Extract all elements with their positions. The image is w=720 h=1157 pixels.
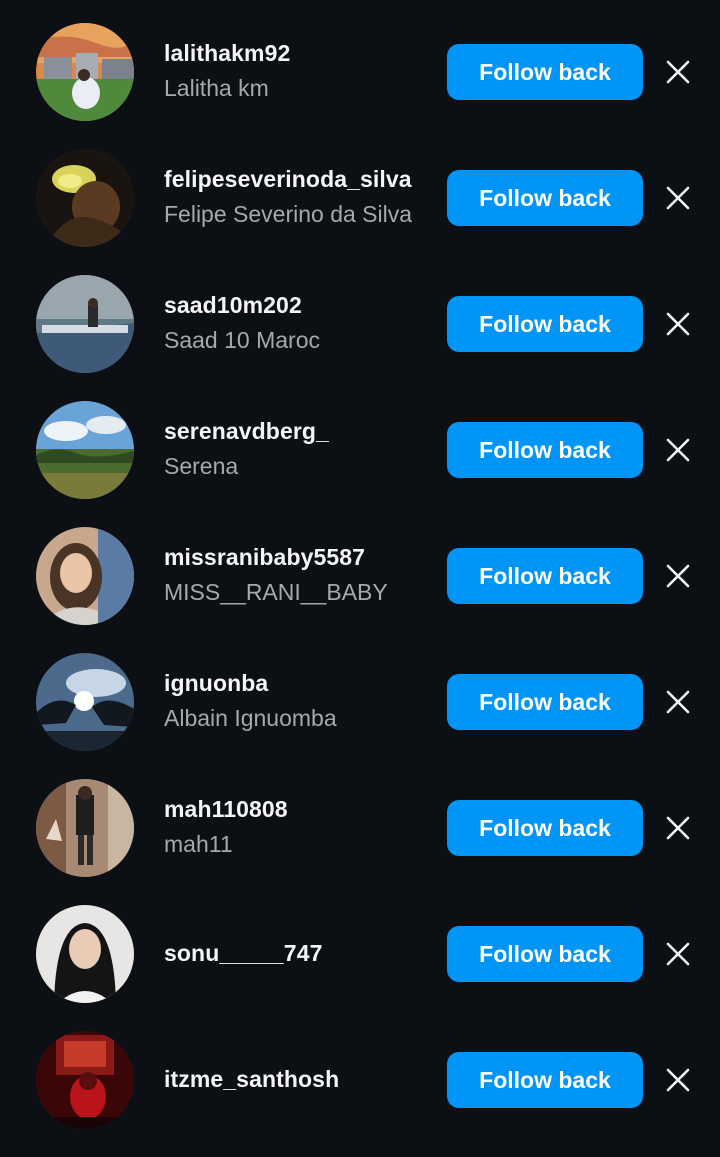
avatar-image — [36, 527, 134, 625]
username[interactable]: itzme_santhosh — [164, 1066, 339, 1093]
avatar-image — [36, 905, 134, 1003]
avatar-image — [36, 653, 134, 751]
list-item[interactable]: lalithakm92 Lalitha km Follow back — [0, 23, 720, 149]
avatar[interactable] — [36, 401, 134, 499]
follow-back-button[interactable]: Follow back — [447, 296, 643, 352]
follow-back-button[interactable]: Follow back — [447, 800, 643, 856]
follow-back-button[interactable]: Follow back — [447, 674, 643, 730]
follow-back-button[interactable]: Follow back — [447, 44, 643, 100]
follow-back-button[interactable]: Follow back — [447, 548, 643, 604]
list-item[interactable]: serenavdberg_ Serena Follow back — [0, 401, 720, 527]
username[interactable]: sonu_____747 — [164, 940, 322, 967]
follow-back-button[interactable]: Follow back — [447, 1052, 643, 1108]
avatar[interactable] — [36, 653, 134, 751]
username[interactable]: mah110808 — [164, 796, 288, 823]
close-icon[interactable] — [662, 308, 694, 340]
username[interactable]: serenavdberg_ — [164, 418, 329, 445]
follow-back-button[interactable]: Follow back — [447, 926, 643, 982]
avatar-image — [36, 779, 134, 877]
follow-back-button[interactable]: Follow back — [447, 422, 643, 478]
close-icon[interactable] — [662, 812, 694, 844]
close-icon[interactable] — [662, 182, 694, 214]
full-name: Lalitha km — [164, 75, 269, 101]
close-icon[interactable] — [662, 434, 694, 466]
avatar-image — [36, 149, 134, 247]
list-item[interactable]: itzme_santhosh Follow back — [0, 1031, 720, 1157]
avatar[interactable] — [36, 149, 134, 247]
avatar-image — [36, 1031, 134, 1129]
username[interactable]: lalithakm92 — [164, 40, 290, 67]
full-name: MISS__RANI__BABY — [164, 579, 388, 605]
list-item[interactable]: saad10m202 Saad 10 Maroc Follow back — [0, 275, 720, 401]
username[interactable]: ignuonba — [164, 670, 268, 697]
avatar-image — [36, 275, 134, 373]
list-item[interactable]: ignuonba Albain Ignuomba Follow back — [0, 653, 720, 779]
avatar[interactable] — [36, 905, 134, 1003]
list-item[interactable]: sonu_____747 Follow back — [0, 905, 720, 1031]
username[interactable]: missranibaby5587 — [164, 544, 365, 571]
avatar-image — [36, 23, 134, 121]
avatar[interactable] — [36, 527, 134, 625]
close-icon[interactable] — [662, 938, 694, 970]
full-name: Serena — [164, 453, 239, 479]
full-name: mah11 — [164, 831, 233, 857]
close-icon[interactable] — [662, 56, 694, 88]
username[interactable]: saad10m202 — [164, 292, 302, 319]
close-icon[interactable] — [662, 686, 694, 718]
followers-list: lalithakm92 Lalitha km Follow back felip… — [0, 0, 720, 1148]
full-name: Albain Ignuomba — [164, 705, 337, 731]
list-item[interactable]: felipeseverinoda_silva Felipe Severino d… — [0, 149, 720, 275]
avatar[interactable] — [36, 23, 134, 121]
full-name: Saad 10 Maroc — [164, 327, 320, 353]
avatar[interactable] — [36, 275, 134, 373]
close-icon[interactable] — [662, 560, 694, 592]
full-name: Felipe Severino da Silva — [164, 201, 413, 227]
list-item[interactable]: missranibaby5587 MISS__RANI__BABY Follow… — [0, 527, 720, 653]
list-item[interactable]: mah110808 mah11 Follow back — [0, 779, 720, 905]
close-icon[interactable] — [662, 1064, 694, 1096]
avatar-image — [36, 401, 134, 499]
follow-back-button[interactable]: Follow back — [447, 170, 643, 226]
avatar[interactable] — [36, 1031, 134, 1129]
avatar[interactable] — [36, 779, 134, 877]
username[interactable]: felipeseverinoda_silva — [164, 166, 412, 193]
